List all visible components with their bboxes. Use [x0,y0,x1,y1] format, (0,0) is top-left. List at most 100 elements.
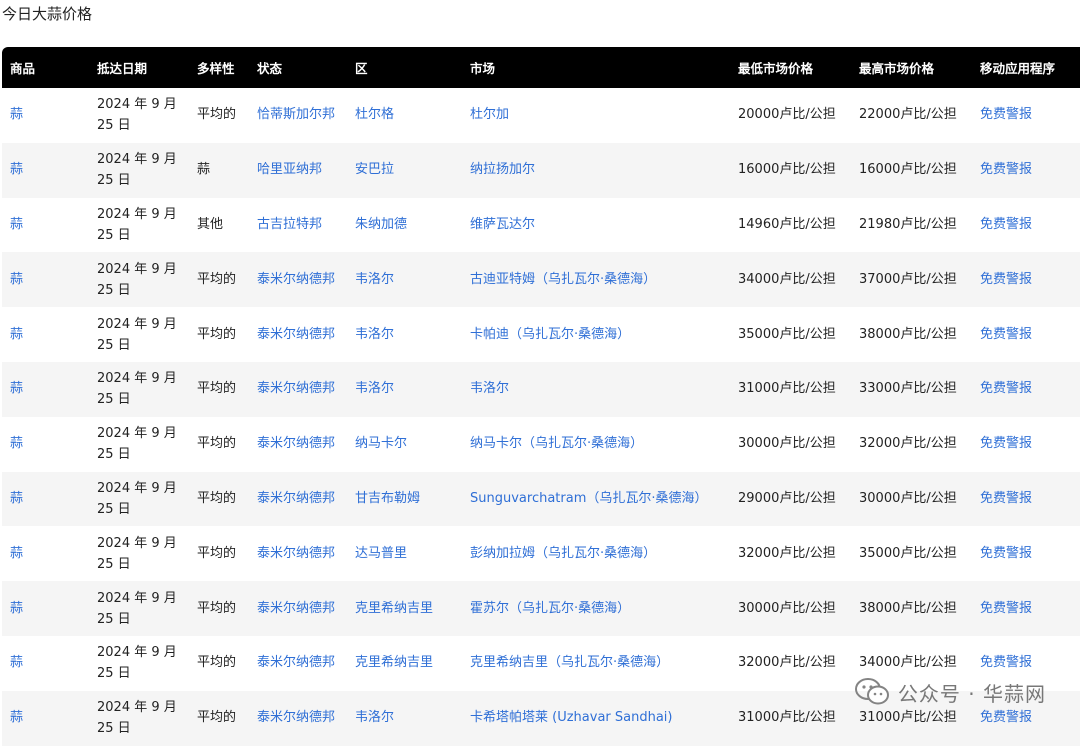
state-link[interactable]: 泰米尔纳德邦 [249,362,347,417]
max-price: 32000卢比/公担 [859,436,957,452]
table-row: 蒜 2024 年 9 月 25 日平均的 泰米尔纳德邦 韦洛尔 韦洛尔 31000卢比/公… [2,361,1080,417]
min-price: 31000卢比/公担 [738,381,836,397]
commodity-link[interactable]: 蒜 [2,636,89,691]
max-price: 35000卢比/公担 [859,545,957,561]
commodity-link[interactable]: 蒜 [2,472,89,527]
district-link[interactable]: 甘吉布勒姆 [347,472,462,527]
market-link[interactable]: 杜尔加 [462,88,730,143]
table-body: 蒜 2024 年 9 月 25 日平均的 恰蒂斯加尔邦 杜尔格 杜尔加 20000卢比/公… [2,88,1080,746]
commodity-link[interactable]: 蒜 [2,362,89,417]
market-link[interactable]: 卡希塔帕塔莱 (Uzhavar Sandhai) [462,691,730,746]
market-link[interactable]: 彭纳加拉姆（乌扎瓦尔·桑德海） [462,526,730,581]
table-row: 蒜 2024 年 9 月 25 日 平均的 泰米尔纳德邦 甘吉布勒姆 Sunguvarch… [2,471,1080,527]
arrival-date: 2024 年 9 月 25 日 [97,371,177,408]
variety: 平均的 [197,490,237,506]
free-alert-link[interactable]: 免费警报 [972,88,1080,143]
variety: 平均的 [197,436,237,452]
arrival-date: 2024 年 9 月 25 日 [97,206,177,243]
table-row: 蒜 2024 年 9 月 25 日蒜哈里亚纳邦 安巴拉 纳拉扬加尔 16000卢比/公担… [2,142,1080,198]
table-row: 蒜 2024 年 9 月 25 日 平均的 恰蒂斯加尔邦 杜尔格 杜尔加 20000卢比/公… [2,88,1080,143]
district-link[interactable]: 纳马卡尔 [347,417,462,472]
free-alert-link[interactable]: 免费警报 [972,252,1080,307]
arrival-date: 2024 年 9 月 25 日 [97,316,177,353]
max-price: 38000卢比/公担 [859,600,957,616]
state-link[interactable]: 泰米尔纳德邦 [249,691,347,746]
district-link[interactable]: 克里希纳吉里 [347,636,462,691]
district-link[interactable]: 韦洛尔 [347,252,462,307]
state-link[interactable]: 泰米尔纳德邦 [249,581,347,636]
commodity-link[interactable]: 蒜 [2,581,89,636]
min-price: 32000卢比/公担 [738,655,836,671]
free-alert-link[interactable]: 免费警报 [972,307,1080,362]
market-link[interactable]: 维萨瓦达尔 [462,198,730,253]
district-link[interactable]: 朱纳加德 [347,198,462,253]
table-row: 蒜 2024 年 9 月 25 日 平均的 泰米尔纳德邦 韦洛尔 古迪亚特姆（乌扎瓦尔·桑… [2,252,1080,308]
commodity-link[interactable]: 蒜 [2,88,89,143]
state-link[interactable]: 泰米尔纳德邦 [249,526,347,581]
state-link[interactable]: 泰米尔纳德邦 [249,472,347,527]
state-link[interactable]: 泰米尔纳德邦 [249,417,347,472]
min-price: 34000卢比/公担 [738,271,836,287]
variety: 平均的 [197,545,237,561]
state-link[interactable]: 恰蒂斯加尔邦 [249,88,347,143]
watermark-text: 公众号 · 华蒜网 [897,681,1046,706]
commodity-link[interactable]: 蒜 [2,198,89,253]
arrival-date: 2024 年 9 月 25 日 [97,645,177,682]
free-alert-link[interactable]: 免费警报 [972,198,1080,253]
header-arrival-date: 抵达日期 [97,61,148,76]
max-price: 22000卢比/公担 [859,107,957,123]
header-state: 状态 [257,61,283,76]
arrival-date: 2024 年 9 月 25 日 [97,590,177,627]
state-link[interactable]: 古吉拉特邦 [249,198,347,253]
max-price: 30000卢比/公担 [859,490,957,506]
table-row: 蒜 2024 年 9 月 25 日 平均的 泰米尔纳德邦 达马普里 彭纳加拉姆（乌扎瓦尔·… [2,526,1080,581]
market-link[interactable]: 霍苏尔（乌扎瓦尔·桑德海） [462,581,730,636]
commodity-link[interactable]: 蒜 [2,526,89,581]
variety: 平均的 [197,271,237,287]
variety: 平均的 [197,107,237,123]
variety: 蒜 [197,162,211,178]
market-link[interactable]: 古迪亚特姆（乌扎瓦尔·桑德海） [462,252,730,307]
district-link[interactable]: 韦洛尔 [347,362,462,417]
arrival-date: 2024 年 9 月 25 日 [97,480,177,517]
market-link[interactable]: Sunguvarchatram（乌扎瓦尔·桑德海） [462,472,730,527]
max-price: 37000卢比/公担 [859,271,957,287]
state-link[interactable]: 泰米尔纳德邦 [249,307,347,362]
market-link[interactable]: 纳拉扬加尔 [462,143,730,198]
free-alert-link[interactable]: 免费警报 [972,472,1080,527]
state-link[interactable]: 泰米尔纳德邦 [249,252,347,307]
market-link[interactable]: 纳马卡尔（乌扎瓦尔·桑德海） [462,417,730,472]
header-max-price: 最高市场价格 [859,61,935,76]
state-link[interactable]: 泰米尔纳德邦 [249,636,347,691]
table-row: 蒜 2024 年 9 月 25 日 平均的 泰米尔纳德邦 克里希纳吉里 霍苏尔（乌扎瓦尔·… [2,581,1080,636]
market-link[interactable]: 克里希纳吉里（乌扎瓦尔·桑德海） [462,636,730,691]
header-variety: 多样性 [197,61,235,76]
commodity-link[interactable]: 蒜 [2,143,89,198]
district-link[interactable]: 杜尔格 [347,88,462,143]
max-price: 16000卢比/公担 [859,162,957,178]
commodity-link[interactable]: 蒜 [2,691,89,746]
commodity-link[interactable]: 蒜 [2,417,89,472]
district-link[interactable]: 克里希纳吉里 [347,581,462,636]
free-alert-link[interactable]: 免费警报 [972,143,1080,198]
arrival-date: 2024 年 9 月 25 日 [97,535,177,572]
min-price: 32000卢比/公担 [738,545,836,561]
arrival-date: 2024 年 9 月 25 日 [97,426,177,463]
market-link[interactable]: 韦洛尔 [462,362,730,417]
district-link[interactable]: 韦洛尔 [347,307,462,362]
free-alert-link[interactable]: 免费警报 [972,362,1080,417]
free-alert-link[interactable]: 免费警报 [972,526,1080,581]
market-link[interactable]: 卡帕迪（乌扎瓦尔·桑德海） [462,307,730,362]
state-link[interactable]: 哈里亚纳邦 [249,143,347,198]
wechat-icon [854,678,889,705]
district-link[interactable]: 达马普里 [347,526,462,581]
commodity-link[interactable]: 蒜 [2,307,89,362]
page-title: 今日大蒜价格 [2,5,93,23]
commodity-link[interactable]: 蒜 [2,252,89,307]
district-link[interactable]: 安巴拉 [347,143,462,198]
district-link[interactable]: 韦洛尔 [347,691,462,746]
free-alert-link[interactable]: 免费警报 [972,581,1080,636]
table-header-row: 商品 抵达日期 多样性 状态 区 市场 最低市场价格 最高市场价格 移动应用程序 [2,47,1080,88]
header-min-price: 最低市场价格 [738,61,814,76]
free-alert-link[interactable]: 免费警报 [972,417,1080,472]
